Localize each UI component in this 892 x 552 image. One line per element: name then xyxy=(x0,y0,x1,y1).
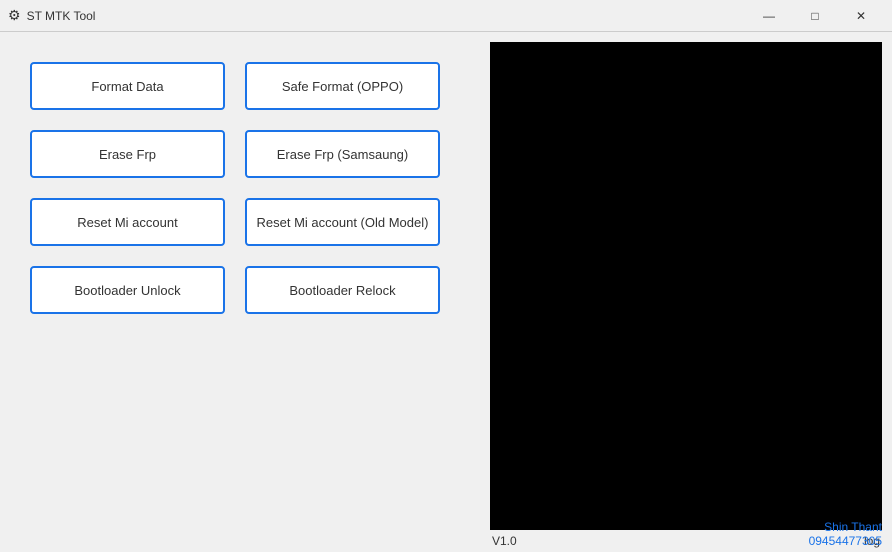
main-content: Format Data Safe Format (OPPO) Erase Frp… xyxy=(0,32,892,552)
author-name: Shin Thant xyxy=(809,520,882,534)
screen-area xyxy=(490,42,882,530)
app-title: ST MTK Tool xyxy=(27,9,96,23)
safe-format-oppo-button[interactable]: Safe Format (OPPO) xyxy=(245,62,440,110)
button-row-3: Reset Mi account Reset Mi account (Old M… xyxy=(30,198,460,246)
title-bar-controls: — □ ✕ xyxy=(746,1,884,31)
author-phone: 09454477305 xyxy=(809,534,882,548)
erase-frp-button[interactable]: Erase Frp xyxy=(30,130,225,178)
minimize-button[interactable]: — xyxy=(746,1,792,31)
title-bar-left: ⚙ ST MTK Tool xyxy=(8,7,95,24)
format-data-button[interactable]: Format Data xyxy=(30,62,225,110)
left-panel: Format Data Safe Format (OPPO) Erase Frp… xyxy=(0,32,490,552)
credits: Shin Thant 09454477305 xyxy=(809,520,882,548)
close-button[interactable]: ✕ xyxy=(838,1,884,31)
bootloader-unlock-button[interactable]: Bootloader Unlock xyxy=(30,266,225,314)
reset-mi-account-button[interactable]: Reset Mi account xyxy=(30,198,225,246)
title-bar: ⚙ ST MTK Tool — □ ✕ xyxy=(0,0,892,32)
maximize-button[interactable]: □ xyxy=(792,1,838,31)
app-icon: ⚙ xyxy=(8,7,21,24)
reset-mi-account-old-button[interactable]: Reset Mi account (Old Model) xyxy=(245,198,440,246)
erase-frp-samsung-button[interactable]: Erase Frp (Samsaung) xyxy=(245,130,440,178)
bootloader-relock-button[interactable]: Bootloader Relock xyxy=(245,266,440,314)
button-row-2: Erase Frp Erase Frp (Samsaung) xyxy=(30,130,460,178)
version-label: V1.0 xyxy=(492,534,517,548)
right-panel: V1.0 log xyxy=(490,32,892,552)
button-row-1: Format Data Safe Format (OPPO) xyxy=(30,62,460,110)
button-row-4: Bootloader Unlock Bootloader Relock xyxy=(30,266,460,314)
